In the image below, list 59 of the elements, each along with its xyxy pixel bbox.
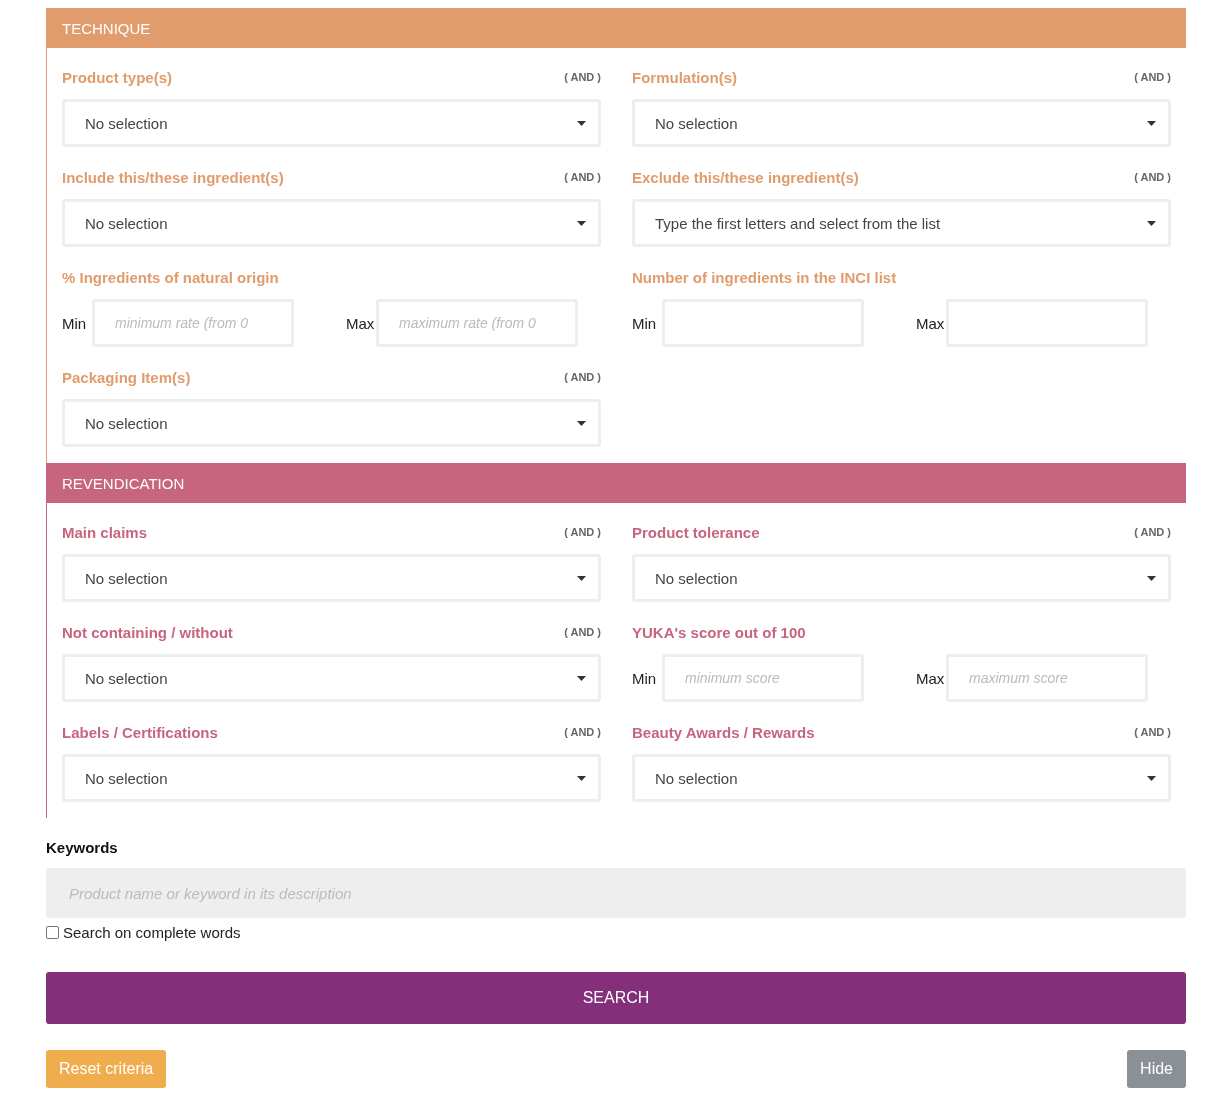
field-label: Product type(s) [62, 68, 172, 86]
select-field[interactable]: No selection [632, 754, 1171, 802]
operator-label: ( AND ) [1134, 71, 1171, 83]
select-field[interactable]: Type the first letters and select from the list [632, 199, 1171, 247]
select-field[interactable]: No selection [62, 399, 601, 447]
field-label: YUKA's score out of 100 [632, 623, 806, 641]
field-label: Number of ingredients in the INCI list [632, 268, 897, 286]
min-label: Min [632, 669, 658, 687]
checkbox-label: Search on complete words [63, 924, 241, 941]
operator-label: ( AND ) [564, 71, 601, 83]
caret-icon [1147, 120, 1156, 126]
caret-icon [577, 675, 586, 681]
field-label: Include this/these ingredient(s) [62, 168, 284, 186]
caret-icon [577, 575, 586, 581]
field-label: Main claims [62, 523, 148, 541]
field-label: % Ingredients of natural origin [62, 268, 279, 286]
operator-label: ( AND ) [564, 726, 601, 738]
field-label: Formulation(s) [632, 68, 737, 86]
keywords-label: Keywords [46, 839, 119, 856]
operator-label: ( AND ) [564, 526, 601, 538]
section-header: TECHNIQUE [46, 8, 1186, 48]
operator-label: ( AND ) [564, 626, 601, 638]
min-label: Min [632, 314, 658, 332]
max-label: Max [916, 669, 946, 687]
field-label: Exclude this/these ingredient(s) [632, 168, 859, 186]
search-button[interactable]: SEARCH [46, 972, 1186, 1024]
caret-icon [577, 420, 586, 426]
max-input[interactable]: maximum score [946, 654, 1148, 702]
checkbox[interactable] [46, 926, 59, 939]
field-label: Beauty Awards / Rewards [632, 723, 815, 741]
caret-icon [577, 775, 586, 781]
select-field[interactable]: No selection [62, 754, 601, 802]
min-label: Min [62, 314, 88, 332]
operator-label: ( AND ) [564, 171, 601, 183]
select-field[interactable]: No selection [632, 99, 1171, 147]
operator-label: ( AND ) [1134, 526, 1171, 538]
select-field[interactable]: No selection [62, 99, 601, 147]
operator-label: ( AND ) [1134, 726, 1171, 738]
field-label: Labels / Certifications [62, 723, 218, 741]
min-input[interactable]: minimum score [662, 654, 864, 702]
field-label: Not containing / without [62, 623, 233, 641]
max-input[interactable]: maximum rate (from 0 [376, 299, 578, 347]
select-field[interactable]: No selection [62, 554, 601, 602]
section-header: REVENDICATION [46, 463, 1186, 503]
operator-label: ( AND ) [1134, 171, 1171, 183]
caret-icon [577, 120, 586, 126]
select-field[interactable]: No selection [62, 199, 601, 247]
min-input[interactable]: minimum rate (from 0 [92, 299, 294, 347]
operator-label: ( AND ) [564, 371, 601, 383]
caret-icon [1147, 220, 1156, 226]
caret-icon [1147, 775, 1156, 781]
caret-icon [1147, 575, 1156, 581]
select-field[interactable]: No selection [632, 554, 1171, 602]
select-field[interactable]: No selection [62, 654, 601, 702]
max-label: Max [346, 314, 376, 332]
field-label: Packaging Item(s) [62, 368, 191, 386]
field-label: Product tolerance [632, 523, 760, 541]
max-label: Max [916, 314, 946, 332]
caret-icon [577, 220, 586, 226]
